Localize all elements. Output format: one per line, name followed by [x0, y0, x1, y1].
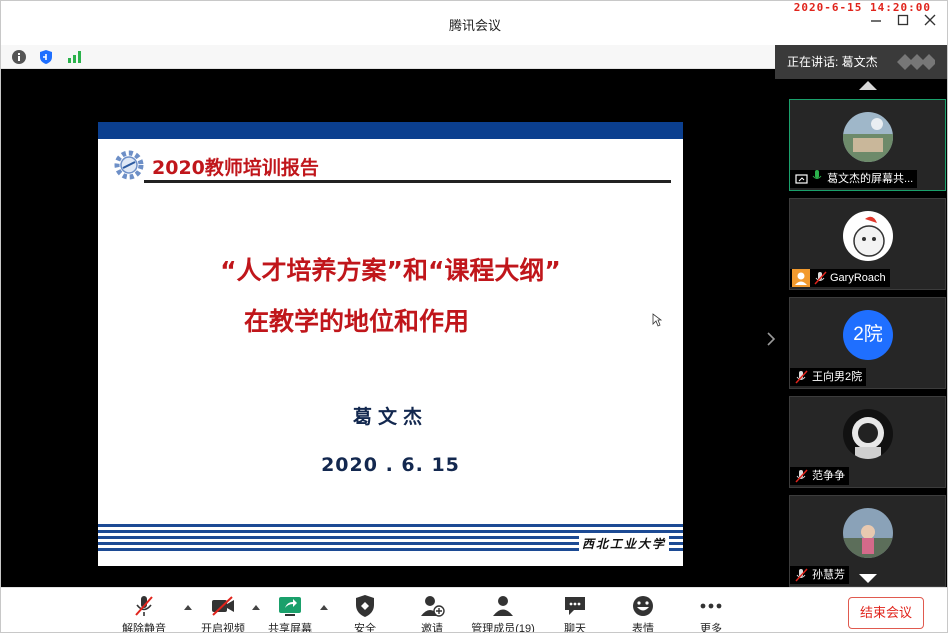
share-screen-label: 共享屏幕 [268, 623, 312, 633]
user-icon [792, 269, 810, 287]
participant-tile[interactable]: GaryRoach [789, 198, 946, 290]
chat-bubble-icon [565, 597, 585, 615]
invite-button[interactable]: 邀请 [400, 594, 464, 633]
avatar: 2院 [843, 310, 893, 360]
chevron-right-icon[interactable] [766, 331, 776, 347]
participant-name: 王向男2院 [812, 371, 863, 383]
slide-title-line2: 在教学的地位和作用 [244, 307, 470, 336]
status-bar [1, 45, 775, 69]
info-icon[interactable] [10, 48, 28, 66]
participant-tile[interactable]: 2院 王向男2院 [789, 297, 946, 389]
school-logo: 西北工业大学 [578, 535, 669, 552]
mic-muted-icon [795, 370, 808, 384]
share-screen-icon [279, 597, 301, 616]
chat-label: 聊天 [564, 623, 586, 633]
avatar [843, 112, 893, 162]
members-icon [493, 596, 513, 616]
start-video-label: 开启视频 [201, 623, 245, 633]
unmute-label: 解除静音 [122, 623, 166, 633]
participant-name: 孙慧芳 [812, 569, 845, 581]
close-icon[interactable] [917, 11, 943, 35]
share-screen-button[interactable]: 共享屏幕 [258, 594, 322, 633]
more-label: 更多 [700, 623, 722, 633]
meeting-toolbar: 解除静音 开启视频 共享屏幕 安全 邀请 管理成员(19) 聊天 表情 更多 结… [1, 587, 947, 633]
mouse-cursor-icon [652, 313, 663, 327]
screen-share-icon [795, 172, 808, 186]
participant-name: GaryRoach [830, 272, 886, 284]
participant-tile[interactable]: 葛文杰的屏幕共... [789, 99, 946, 191]
participant-name-tag: 王向男2院 [790, 368, 867, 386]
slide-divider [144, 180, 671, 183]
participant-tile[interactable]: 范争争 [789, 396, 946, 488]
shared-screen-stage: 2020教师培训报告 “人才培养方案”和“课程大纲” 在教学的地位和作用 葛文杰… [1, 69, 781, 587]
participant-name-tag: GaryRoach [790, 269, 890, 287]
chat-button[interactable]: 聊天 [543, 594, 607, 633]
participant-name: 范争争 [812, 470, 845, 482]
slide-date: 2020 . 6. 15 [321, 454, 460, 476]
mic-muted-icon [795, 469, 808, 483]
shield-icon[interactable] [37, 48, 55, 66]
more-dots-icon [700, 603, 722, 609]
maximize-icon[interactable] [890, 11, 916, 35]
avatar [843, 211, 893, 261]
mic-muted-icon [135, 596, 153, 616]
avatar [843, 508, 893, 558]
invite-label: 邀请 [421, 623, 443, 633]
end-meeting-button[interactable]: 结束会议 [848, 597, 924, 629]
unmute-button[interactable]: 解除静音 [112, 594, 176, 633]
mic-muted-icon [795, 568, 808, 582]
speaking-label: 正在讲话: 葛文杰 [787, 55, 878, 69]
invite-user-icon [421, 596, 445, 617]
mic-muted-icon [814, 271, 827, 285]
video-off-icon [212, 596, 234, 616]
app-title: 腾讯会议 [448, 18, 501, 33]
share-options-caret-icon[interactable] [320, 605, 328, 610]
slide-top-bar [98, 122, 683, 139]
slide-title-line1: “人才培养方案”和“课程大纲” [220, 256, 561, 285]
manage-members-label: 管理成员(19) [471, 623, 535, 633]
security-button[interactable]: 安全 [333, 594, 397, 633]
scroll-up-icon[interactable] [859, 81, 877, 90]
speaking-indicator: 正在讲话: 葛文杰 [775, 45, 947, 79]
mic-on-icon [812, 170, 824, 188]
participant-name-tag: 孙慧芳 [790, 566, 849, 584]
participant-name-tag: 葛文杰的屏幕共... [790, 170, 918, 188]
title-bar: 腾讯会议 2020-6-15 14:20:00 [1, 1, 947, 45]
avatar [843, 409, 893, 459]
reactions-label: 表情 [632, 623, 654, 633]
smiley-icon [633, 596, 653, 616]
start-video-button[interactable]: 开启视频 [191, 594, 255, 633]
slide-author: 葛文杰 [352, 406, 428, 428]
security-label: 安全 [354, 623, 376, 633]
more-button[interactable]: 更多 [679, 594, 743, 633]
reactions-button[interactable]: 表情 [611, 594, 675, 633]
manage-members-button[interactable]: 管理成员(19) [471, 594, 535, 633]
meeting-window: 腾讯会议 2020-6-15 14:20:00 2020教师培训报告 “人才培养… [0, 0, 948, 633]
presentation-slide: 2020教师培训报告 “人才培养方案”和“课程大纲” 在教学的地位和作用 葛文杰… [98, 122, 683, 566]
gear-logo-icon [112, 148, 146, 182]
speaking-wave-icon [897, 54, 935, 70]
security-shield-icon [356, 595, 374, 617]
minimize-icon[interactable] [863, 11, 889, 35]
scroll-down-icon[interactable] [859, 574, 877, 583]
signal-strength-icon[interactable] [65, 48, 83, 66]
participant-name: 葛文杰的屏幕共... [827, 173, 914, 185]
participant-name-tag: 范争争 [790, 467, 849, 485]
slide-header: 2020教师培训报告 [152, 157, 319, 179]
